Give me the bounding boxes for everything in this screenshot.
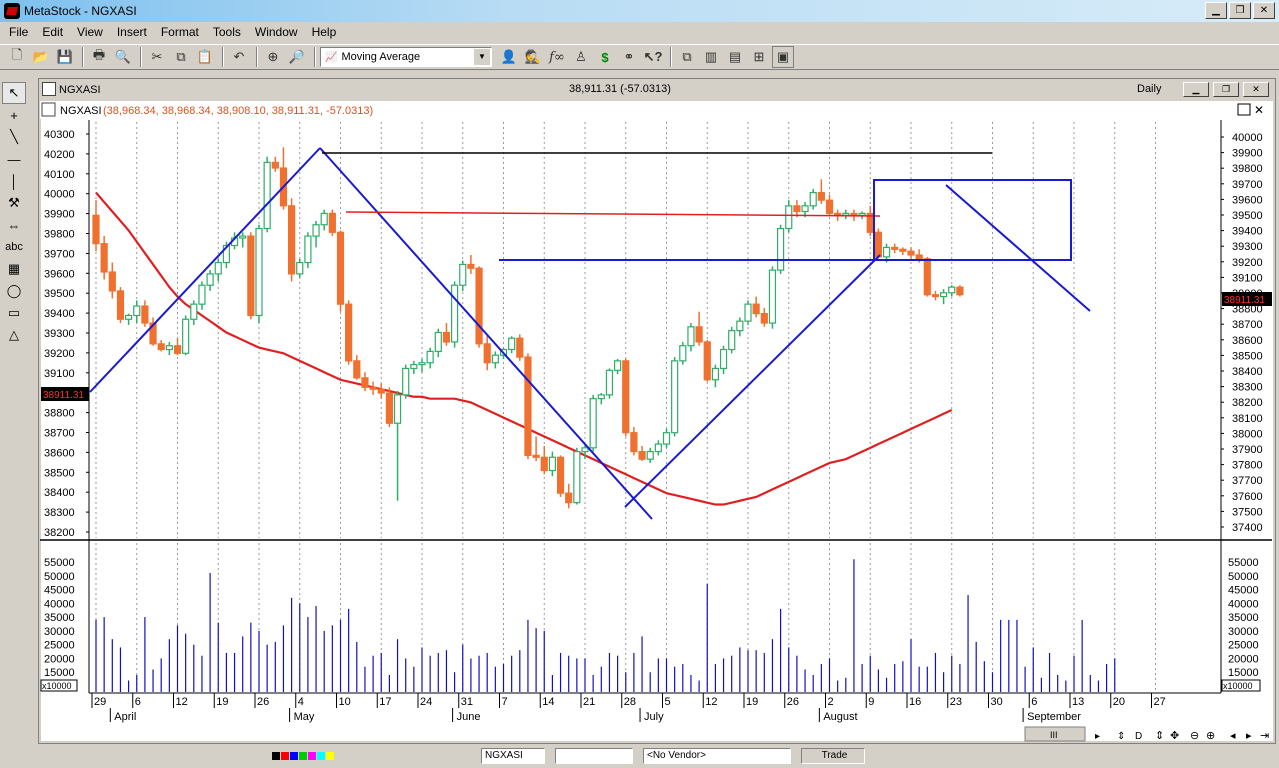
chart-window-controls: ▁ ❐ ✕ (1183, 82, 1269, 97)
menu-insert[interactable]: Insert (110, 22, 154, 42)
metastock-logo-icon (4, 3, 20, 19)
color-palette[interactable] (272, 752, 335, 760)
formula-icon[interactable]: f∞ (546, 46, 568, 68)
chevron-down-icon[interactable]: ▼ (474, 49, 490, 65)
chart-window-titlebar: NGXASI 38,911.31 (-57.0313) Daily ▁ ❐ ✕ (39, 79, 1275, 101)
dollar-icon[interactable]: $ (594, 46, 616, 68)
color-green-swatch[interactable] (299, 752, 307, 760)
system-tester-icon[interactable]: ♙ (570, 46, 592, 68)
trendline-icon[interactable]: ╲ (2, 126, 26, 148)
print-icon[interactable]: 🖶 (88, 46, 110, 68)
drawing-toolbar: ↖ + ╲ — │ ⚒ ⇔ abc ▦ ◯ ▭ △ (2, 82, 30, 392)
close-button[interactable]: ✕ (1253, 2, 1275, 19)
binoculars-icon[interactable]: ⚭ (618, 46, 640, 68)
status-vendor-field[interactable]: <No Vendor> (643, 748, 791, 764)
trade-button[interactable]: Trade (801, 748, 865, 764)
text-tool[interactable]: abc (2, 236, 26, 258)
main-toolbar: 🗋 📂 💾 🖶 🔍 ✂ ⧉ 📋 ↶ ⊕ 🔎 📈 Moving Average ▼… (0, 44, 1279, 70)
undo-icon[interactable]: ↶ (228, 46, 250, 68)
chart-window: NGXASI 38,911.31 (-57.0313) Daily ▁ ❐ ✕ (38, 78, 1276, 744)
status-security-field[interactable]: NGXASI (481, 748, 545, 764)
save-icon[interactable]: 💾 (54, 46, 76, 68)
cut-icon[interactable]: ✂ (146, 46, 168, 68)
title-bar: MetaStock - NGXASI ▁ ❐ ✕ (0, 0, 1279, 22)
status-bar: NGXASI <No Vendor> Trade (0, 744, 1279, 768)
tile-horizontal-icon[interactable]: ▤ (724, 46, 746, 68)
vertical-line-icon[interactable]: │ (2, 170, 26, 192)
toolbar-separator (256, 47, 258, 67)
chart-icon: 📈 (325, 51, 338, 63)
menu-edit[interactable]: Edit (35, 22, 70, 42)
ellipse-icon[interactable]: ◯ (2, 280, 26, 302)
new-icon[interactable]: 🗋 (6, 46, 28, 68)
chart-quote: 38,911.31 (-57.0313) (569, 83, 671, 95)
chart-plot-area[interactable] (41, 101, 1273, 741)
minimize-button[interactable]: ▁ (1205, 2, 1227, 19)
color-magenta-swatch[interactable] (308, 752, 316, 760)
scroll-icon[interactable]: ⇔ (2, 214, 26, 236)
color-black-swatch[interactable] (272, 752, 280, 760)
menu-window[interactable]: Window (248, 22, 305, 42)
cascade-icon[interactable]: ⧉ (676, 46, 698, 68)
layout-icon[interactable]: ▣ (772, 46, 794, 68)
explorer-icon[interactable]: 🕵 (522, 46, 544, 68)
chart-ticker: NGXASI (59, 84, 101, 96)
chart-restore-button[interactable]: ❐ (1213, 82, 1239, 97)
indicator-select[interactable]: 📈 Moving Average ▼ (320, 47, 492, 67)
zoom-icon[interactable]: 🔎 (286, 46, 308, 68)
crosshair-icon[interactable]: ⊕ (262, 46, 284, 68)
tile-vertical-icon[interactable]: ▥ (700, 46, 722, 68)
paste-icon[interactable]: 📋 (194, 46, 216, 68)
pointer-icon[interactable]: ↖ (2, 82, 26, 104)
grid-icon[interactable]: ▦ (2, 258, 26, 280)
tile-grid-icon[interactable]: ⊞ (748, 46, 770, 68)
window-controls: ▁ ❐ ✕ (1205, 2, 1275, 19)
crosshair-tool-icon[interactable]: + (2, 104, 26, 126)
window-title: MetaStock - NGXASI (24, 4, 137, 18)
menu-file[interactable]: File (2, 22, 35, 42)
open-icon[interactable]: 📂 (30, 46, 52, 68)
color-red-swatch[interactable] (281, 752, 289, 760)
menu-view[interactable]: View (70, 22, 110, 42)
print-preview-icon[interactable]: 🔍 (112, 46, 134, 68)
help-pointer-icon[interactable]: ↖? (642, 46, 664, 68)
restore-button[interactable]: ❐ (1229, 2, 1251, 19)
chart-close-button[interactable]: ✕ (1243, 82, 1269, 97)
fibonacci-icon[interactable]: ⚒ (2, 192, 26, 214)
color-yellow-swatch[interactable] (326, 752, 334, 760)
toolbar-separator (140, 47, 142, 67)
chart-window-icon (42, 82, 56, 96)
toolbar-separator (314, 47, 316, 67)
toolbar-separator (670, 47, 672, 67)
chart-minimize-button[interactable]: ▁ (1183, 82, 1209, 97)
chart-periodicity: Daily (1137, 83, 1162, 95)
color-cyan-swatch[interactable] (317, 752, 325, 760)
status-blank-field[interactable] (555, 748, 633, 764)
menu-help[interactable]: Help (305, 22, 344, 42)
rectangle-icon[interactable]: ▭ (2, 302, 26, 324)
menu-tools[interactable]: Tools (206, 22, 248, 42)
indicator-select-value: Moving Average (341, 51, 421, 63)
triangle-icon[interactable]: △ (2, 324, 26, 346)
menu-format[interactable]: Format (154, 22, 206, 42)
toolbar-separator (222, 47, 224, 67)
menu-bar: File Edit View Insert Format Tools Windo… (0, 22, 1279, 42)
expert-icon[interactable]: 👤 (498, 46, 520, 68)
color-blue-swatch[interactable] (290, 752, 298, 760)
horizontal-line-icon[interactable]: — (2, 148, 26, 170)
copy-icon[interactable]: ⧉ (170, 46, 192, 68)
toolbar-separator (82, 47, 84, 67)
